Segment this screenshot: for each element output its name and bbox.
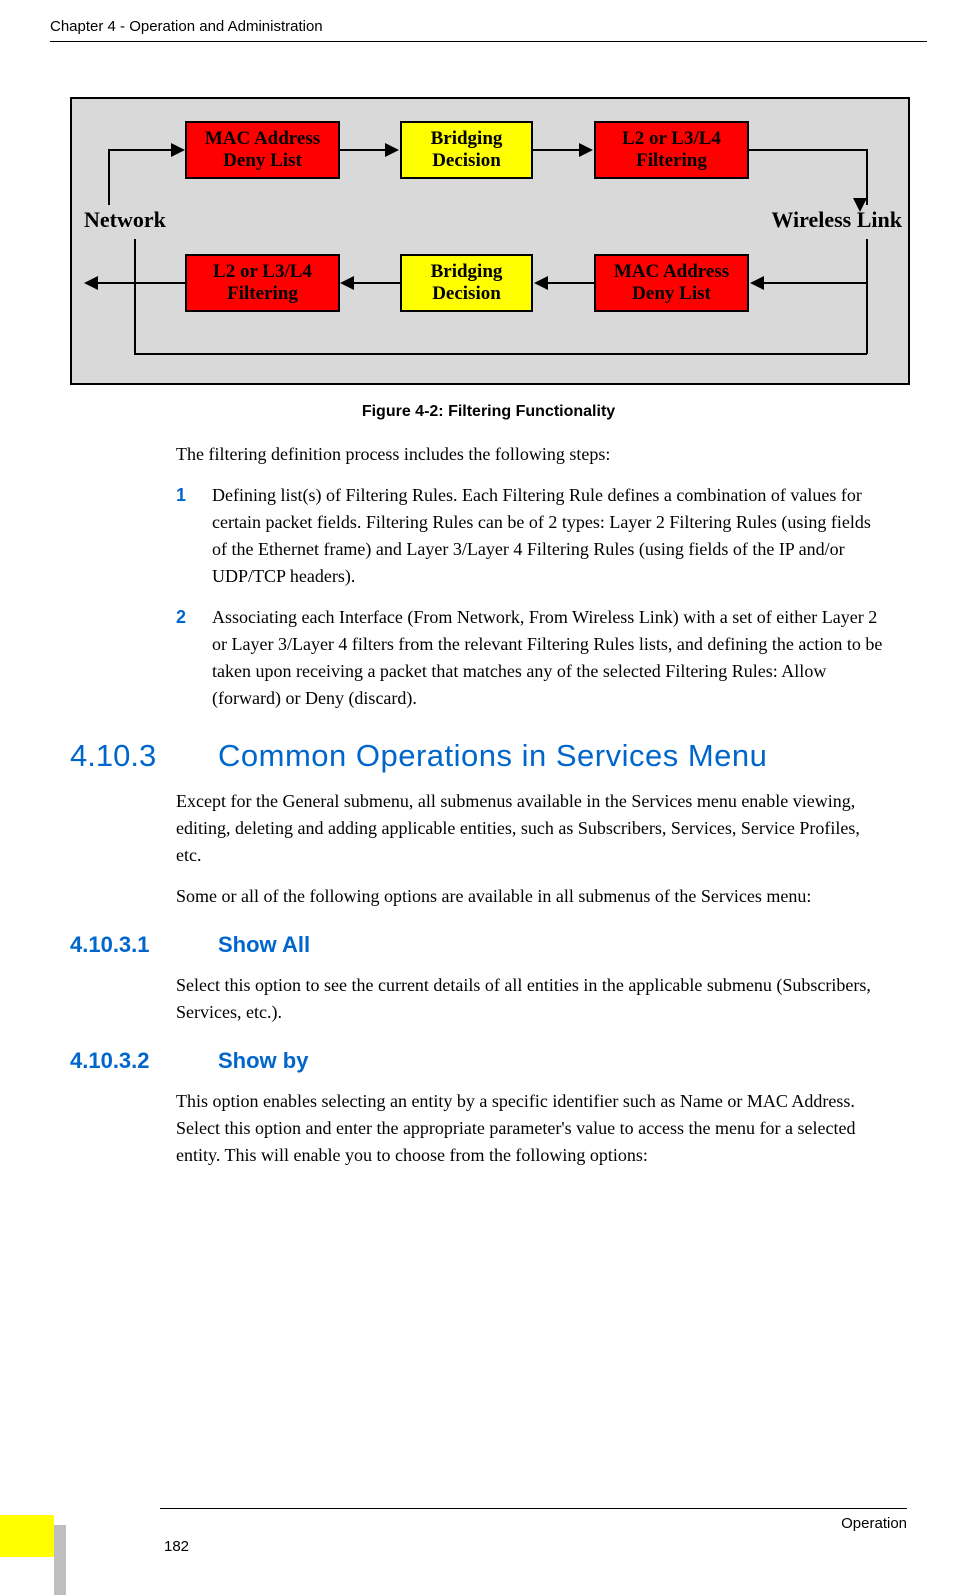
- arrow-line: [354, 282, 400, 284]
- list-number: 2: [176, 604, 212, 712]
- heading-4-10-3: 4.10.3 Common Operations in Services Men…: [70, 738, 907, 774]
- yellow-tab-icon: [0, 1515, 54, 1557]
- arrow-icon: [171, 143, 185, 157]
- header-rule: [50, 41, 927, 42]
- arrow-line: [866, 239, 868, 354]
- gray-tab-icon: [54, 1525, 66, 1595]
- paragraph: Except for the General submenu, all subm…: [176, 788, 887, 869]
- intro-text: The filtering definition process include…: [176, 441, 887, 468]
- arrow-line: [548, 282, 594, 284]
- arrow-line: [108, 149, 172, 151]
- arrow-line: [866, 149, 868, 205]
- arrow-line: [764, 282, 866, 284]
- heading-title: Common Operations in Services Menu: [218, 738, 767, 774]
- box-l2l3-top: L2 or L3/L4 Filtering: [594, 121, 749, 179]
- arrow-line: [134, 239, 136, 354]
- box-bridging-top: Bridging Decision: [400, 121, 533, 179]
- heading-title: Show by: [218, 1048, 308, 1074]
- list-number: 1: [176, 482, 212, 590]
- arrow-line: [749, 149, 867, 151]
- heading-4-10-3-2: 4.10.3.2 Show by: [70, 1048, 907, 1074]
- footer-section: Operation: [841, 1515, 907, 1555]
- arrow-icon: [340, 276, 354, 290]
- heading-title: Show All: [218, 932, 310, 958]
- arrow-line: [98, 282, 185, 284]
- figure-caption: Figure 4-2: Filtering Functionality: [70, 403, 907, 421]
- filtering-diagram: MAC Address Deny List Bridging Decision …: [70, 97, 910, 385]
- network-label: Network: [84, 207, 166, 233]
- chapter-title: Chapter 4 - Operation and Administration: [50, 18, 323, 35]
- arrow-icon: [534, 276, 548, 290]
- wireless-label: Wireless Link: [771, 207, 902, 233]
- heading-number: 4.10.3: [70, 738, 218, 774]
- box-bridging-bottom: Bridging Decision: [400, 254, 533, 312]
- heading-4-10-3-1: 4.10.3.1 Show All: [70, 932, 907, 958]
- paragraph: Select this option to see the current de…: [176, 972, 887, 1026]
- box-mac-deny-bottom: MAC Address Deny List: [594, 254, 749, 312]
- list-text: Associating each Interface (From Network…: [212, 604, 887, 712]
- arrow-icon: [579, 143, 593, 157]
- page-header: Chapter 4 - Operation and Administration: [0, 0, 977, 35]
- arrow-icon: [853, 198, 867, 212]
- page-number: 182: [164, 1538, 189, 1555]
- list-text: Defining list(s) of Filtering Rules. Eac…: [212, 482, 887, 590]
- arrow-line: [533, 149, 579, 151]
- heading-number: 4.10.3.1: [70, 932, 218, 958]
- footer-left: 182: [0, 1515, 189, 1557]
- arrow-icon: [84, 276, 98, 290]
- footer-rule: [160, 1508, 907, 1509]
- box-l2l3-bottom: L2 or L3/L4 Filtering: [185, 254, 340, 312]
- list-item: 2 Associating each Interface (From Netwo…: [176, 604, 887, 712]
- box-mac-deny-top: MAC Address Deny List: [185, 121, 340, 179]
- steps-list: 1 Defining list(s) of Filtering Rules. E…: [176, 482, 887, 712]
- arrow-icon: [385, 143, 399, 157]
- paragraph: Some or all of the following options are…: [176, 883, 887, 910]
- arrow-line: [134, 353, 867, 355]
- arrow-line: [108, 149, 110, 205]
- content-area: MAC Address Deny List Bridging Decision …: [0, 97, 977, 1169]
- heading-number: 4.10.3.2: [70, 1048, 218, 1074]
- arrow-line: [340, 149, 386, 151]
- paragraph: This option enables selecting an entity …: [176, 1088, 887, 1169]
- arrow-icon: [750, 276, 764, 290]
- page-footer: 182 Operation: [0, 1508, 977, 1557]
- list-item: 1 Defining list(s) of Filtering Rules. E…: [176, 482, 887, 590]
